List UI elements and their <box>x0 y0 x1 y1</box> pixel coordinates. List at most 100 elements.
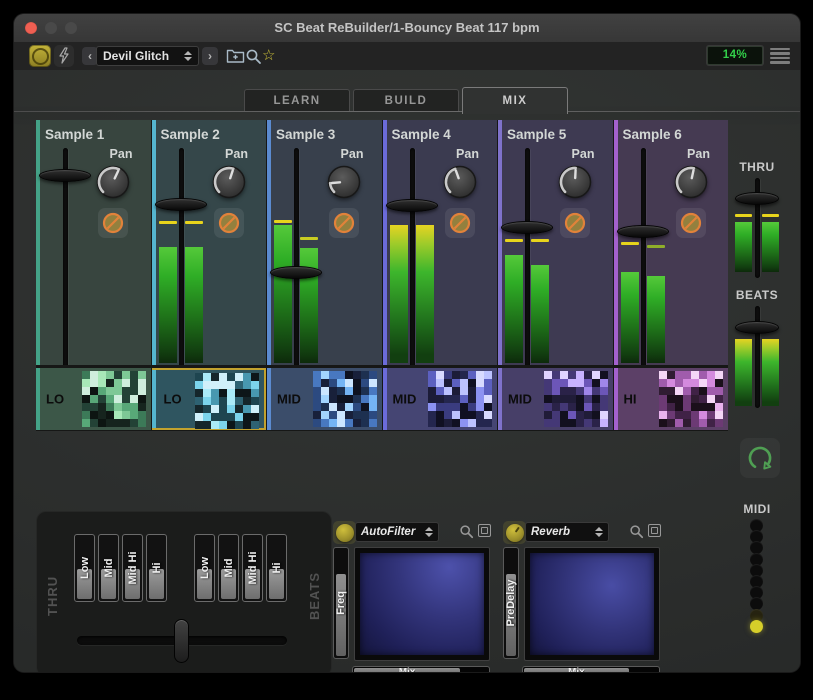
fader-handle[interactable] <box>155 198 207 211</box>
fx-select[interactable]: AutoFilter <box>355 522 439 542</box>
strip-title: Sample 1 <box>45 127 104 142</box>
band-slider-handle[interactable] <box>149 569 164 599</box>
strip-color-stripe <box>498 120 502 365</box>
fader-handle[interactable] <box>39 169 91 182</box>
loop-button[interactable] <box>740 438 780 478</box>
preset-next-button[interactable]: › <box>202 47 218 65</box>
favorite-star-icon[interactable]: ☆ <box>262 46 275 66</box>
band-slider-label: Mid <box>103 559 115 578</box>
band-slot[interactable]: HI <box>614 368 729 430</box>
meter-tick <box>531 239 549 242</box>
midi-led <box>750 620 763 633</box>
band-slider-low[interactable]: Low <box>74 534 95 602</box>
fx-mix-slider[interactable]: Mix <box>352 666 490 672</box>
band-slot[interactable]: MID <box>383 368 498 430</box>
tab-learn[interactable]: LEARN <box>244 89 350 111</box>
band-slider-low[interactable]: Low <box>194 534 215 602</box>
mixer-beats-label: BEATS <box>307 560 322 632</box>
fx-search-button[interactable] <box>629 524 644 544</box>
strip-color-stripe <box>267 368 271 430</box>
meter-tick <box>505 239 523 242</box>
band-slider-mid-hi[interactable]: Mid Hi <box>122 534 143 602</box>
band-slider-mid[interactable]: Mid <box>98 534 119 602</box>
pan-knob[interactable] <box>441 163 479 201</box>
preset-select[interactable]: Devil Glitch <box>96 46 199 66</box>
pan-label: Pan <box>680 147 718 161</box>
band-slider-handle[interactable] <box>269 569 284 599</box>
band-slider-mid[interactable]: Mid <box>218 534 239 602</box>
fx-mix-slider[interactable]: Mix <box>522 666 660 672</box>
fx-param-slider[interactable]: PreDelay <box>503 547 519 659</box>
band-slot[interactable]: LO <box>36 368 151 430</box>
fader-handle[interactable] <box>501 221 553 234</box>
fx-xy-pad[interactable] <box>524 547 660 661</box>
fx-select[interactable]: Reverb <box>525 522 609 542</box>
sample-strip: Sample 5Pan MID <box>498 120 613 431</box>
fader-track <box>410 148 415 365</box>
level-meter <box>735 222 752 272</box>
band-range-label: MID <box>277 392 301 407</box>
strip-title: Sample 6 <box>623 127 682 142</box>
pan-knob[interactable] <box>556 163 594 201</box>
tab-build[interactable]: BUILD <box>353 89 459 111</box>
band-slot[interactable]: MID <box>267 368 382 430</box>
fx-compare-button[interactable] <box>648 524 661 537</box>
fx-search-button[interactable] <box>459 524 474 544</box>
pan-knob[interactable] <box>325 163 363 201</box>
fader-handle[interactable] <box>270 266 322 279</box>
power-button[interactable] <box>29 45 51 67</box>
mute-button[interactable] <box>445 208 475 238</box>
tab-mix[interactable]: MIX <box>462 87 568 114</box>
crossfader-handle[interactable] <box>174 619 189 663</box>
level-meter <box>762 222 779 272</box>
level-meter <box>159 247 177 363</box>
mute-button[interactable] <box>98 208 128 238</box>
mute-button[interactable] <box>676 208 706 238</box>
fx-param-handle[interactable] <box>336 574 346 656</box>
browse-button[interactable] <box>245 48 262 65</box>
bolt-button[interactable] <box>54 45 74 67</box>
fader-handle[interactable] <box>617 225 669 238</box>
fader-handle[interactable] <box>735 192 779 205</box>
band-slider-hi[interactable]: Hi <box>146 534 167 602</box>
fader-track <box>525 148 530 365</box>
pan-knob[interactable] <box>210 163 248 201</box>
preset-name: Devil Glitch <box>103 49 169 63</box>
pan-knob[interactable] <box>672 163 710 201</box>
meter-tick <box>647 245 665 248</box>
strip-color-stripe <box>383 120 387 365</box>
pan-knob[interactable] <box>94 163 132 201</box>
band-slot[interactable]: LO <box>152 368 267 430</box>
beats-meter-label: BEATS <box>729 288 785 302</box>
fx-xy-surface[interactable] <box>360 553 484 655</box>
save-preset-button[interactable] <box>226 48 245 64</box>
mute-button[interactable] <box>329 208 359 238</box>
sample-thumbnail <box>428 371 492 427</box>
band-slider-label: Low <box>199 557 211 579</box>
band-slider-label: Mid Hi <box>247 552 259 585</box>
mute-button[interactable] <box>560 208 590 238</box>
meter-tick <box>185 221 203 224</box>
fx-xy-surface[interactable] <box>530 553 654 655</box>
fader-handle[interactable] <box>386 199 438 212</box>
band-slider-hi[interactable]: Hi <box>266 534 287 602</box>
fader-track <box>641 148 646 365</box>
band-mixer-panel: THRU BEATS LowMidMid HiHi LowMidMid HiHi <box>36 511 332 672</box>
fx-enable-knob[interactable] <box>503 521 526 544</box>
band-slider-mid-hi[interactable]: Mid Hi <box>242 534 263 602</box>
fx-mix-handle[interactable]: Mix <box>524 668 629 672</box>
fx-enable-knob[interactable] <box>333 521 356 544</box>
fx-xy-pad[interactable] <box>354 547 490 661</box>
fx-param-slider[interactable]: Freq <box>333 547 349 659</box>
mute-button[interactable] <box>214 208 244 238</box>
fx-mix-handle[interactable]: Mix <box>354 668 460 672</box>
fx-mix-label: Mix <box>399 667 416 672</box>
fader-handle[interactable] <box>735 321 779 334</box>
meter-tick <box>735 214 752 217</box>
fx-compare-button[interactable] <box>478 524 491 537</box>
menu-icon[interactable] <box>770 48 790 64</box>
band-slot[interactable]: MID <box>498 368 613 430</box>
fader-track <box>179 148 184 365</box>
pan-label: Pan <box>449 147 487 161</box>
band-range-label: LO <box>164 392 182 407</box>
